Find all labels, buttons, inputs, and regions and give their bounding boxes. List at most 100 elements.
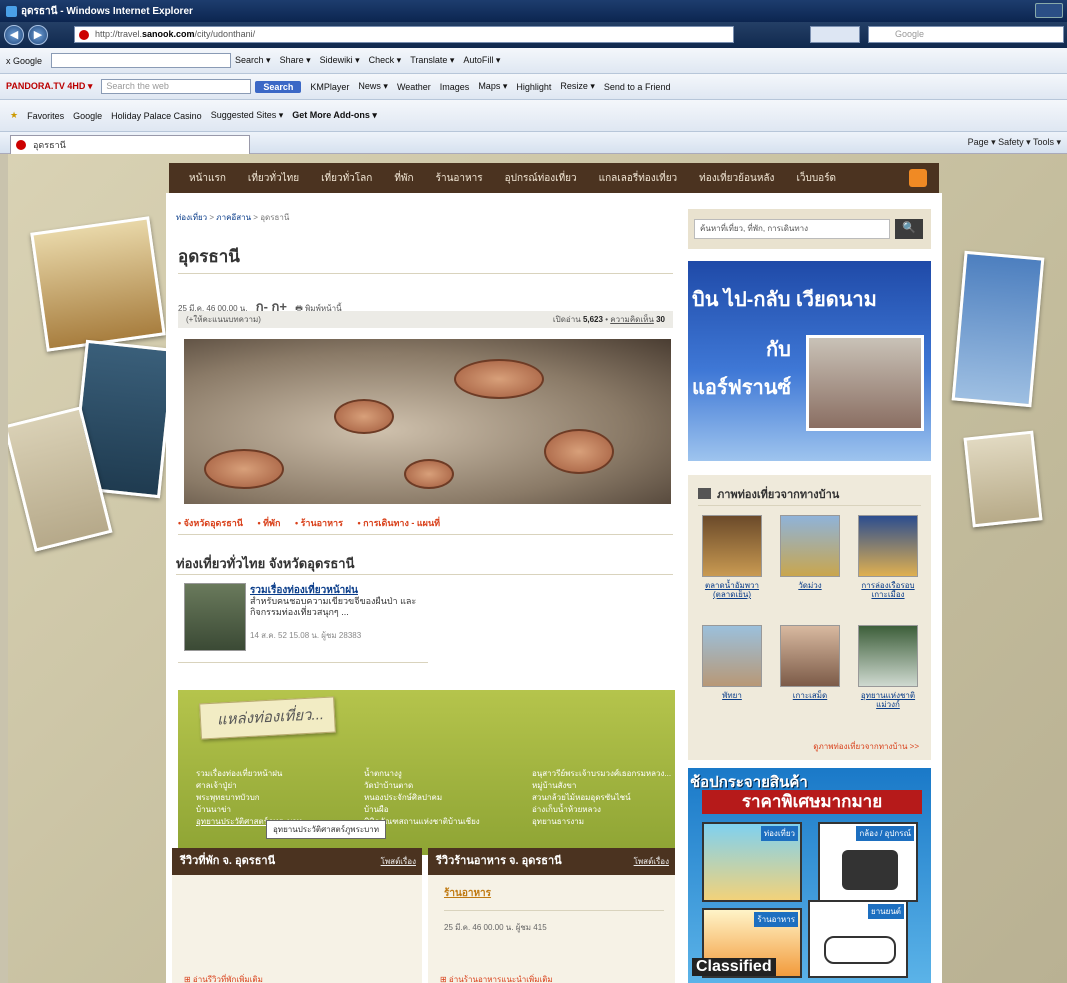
nav-home[interactable]: หน้าแรก: [189, 171, 226, 186]
attraction-link[interactable]: อนุสาวรีย์พระเจ้าบรมวงศ์เธอกรมหลวง...: [532, 768, 671, 780]
food-post-link[interactable]: โพสต์เรื่อง: [634, 848, 669, 875]
food-review-meta: 25 มี.ค. 46 00.00 น. ผู้ชม 415: [444, 923, 547, 932]
nav-restaurant[interactable]: ร้านอาหาร: [436, 171, 483, 186]
hotel-post-link[interactable]: โพสต์เรื่อง: [381, 848, 416, 875]
attraction-link[interactable]: บ้านนาข่า: [196, 804, 302, 816]
attraction-link[interactable]: บ้านผือ: [364, 804, 480, 816]
gallery-more-link[interactable]: ดูภาพท่องเที่ยวจากทางบ้าน >>: [813, 740, 919, 753]
sublink-transport[interactable]: • การเดินทาง - แผนที่: [357, 518, 440, 528]
attraction-link[interactable]: น้ำตกนางงู: [364, 768, 480, 780]
comments-link[interactable]: ความคิดเห็น: [610, 315, 654, 324]
star-icon[interactable]: ★: [10, 110, 18, 121]
gallery-thumb[interactable]: [858, 625, 918, 687]
weather-button[interactable]: Weather: [397, 82, 431, 92]
attraction-link[interactable]: พระพุทธบาทบัวบก: [196, 792, 302, 804]
fav-suggested-sites[interactable]: Suggested Sites ▾: [211, 110, 284, 121]
google-search-input[interactable]: [51, 53, 232, 68]
hotel-more-link[interactable]: ⊞ อ่านรีวิวที่พักเพิ่มเติม: [184, 973, 263, 983]
favorites-button[interactable]: Favorites: [27, 111, 64, 121]
browser-search-field[interactable]: Google: [868, 26, 1064, 43]
window-titlebar: อุดรธานี - Windows Internet Explorer: [0, 0, 1067, 22]
tab-udonthani[interactable]: อุดรธานี: [10, 135, 250, 154]
attraction-link[interactable]: หนองประจักษ์ศิลปาคม: [364, 792, 480, 804]
pandora-brand[interactable]: PANDORA.TV 4HD ▾: [6, 81, 92, 92]
fav-holiday-palace[interactable]: Holiday Palace Casino: [111, 111, 202, 121]
food-review-link[interactable]: ร้านอาหาร: [444, 886, 491, 901]
gallery-caption[interactable]: เกาะเสม็ด: [780, 691, 840, 700]
crumb-isan[interactable]: ภาคอีสาน: [216, 213, 251, 222]
resize-button[interactable]: Resize ▾: [560, 81, 595, 92]
gallery-caption[interactable]: วัดม่วง: [780, 581, 840, 590]
food-more-link[interactable]: ⊞ อ่านร้านอาหารแนะนำเพิ่มเติม: [440, 973, 553, 983]
sublink-hotel[interactable]: • ที่พัก: [257, 518, 280, 528]
gallery-thumb[interactable]: [702, 515, 762, 577]
nav-webboard[interactable]: เว็บบอร์ด: [796, 171, 836, 186]
attraction-link[interactable]: รวมเรื่องท่องเที่ยวหน้าฝน: [196, 768, 302, 780]
page-title: อุดรธานี: [178, 247, 240, 266]
gallery-divider: [698, 505, 921, 506]
sublink-province[interactable]: • จังหวัดอุดรธานี: [178, 518, 243, 528]
images-button[interactable]: Images: [440, 82, 470, 92]
kmplayer-button[interactable]: KMPlayer: [310, 82, 349, 92]
sublinks-divider: [178, 534, 673, 535]
window-controls[interactable]: [1035, 3, 1063, 18]
attractions-col-2: น้ำตกนางงู วัดป่าบ้านตาด หนองประจักษ์ศิล…: [364, 768, 480, 828]
web-search-input[interactable]: Search the web: [101, 79, 252, 94]
back-icon[interactable]: ◀: [4, 25, 24, 45]
gallery-thumb[interactable]: [780, 625, 840, 687]
hotel-review-box: [172, 875, 422, 983]
url-field[interactable]: http://travel.sanook.com/city/udonthani/: [74, 26, 734, 43]
google-search-button[interactable]: Search ▾: [235, 55, 271, 66]
gallery-item[interactable]: วัดม่วง: [780, 515, 840, 590]
share-button[interactable]: Share ▾: [280, 55, 311, 66]
rss-icon[interactable]: [909, 169, 927, 187]
attraction-link[interactable]: วัดป่าบ้านตาด: [364, 780, 480, 792]
attraction-link[interactable]: สวนกล้วยไม้หอมอุดรซันไชน์: [532, 792, 671, 804]
nav-gallery[interactable]: แกลเลอรี่ท่องเที่ยว: [599, 171, 678, 186]
story-thumbnail[interactable]: [184, 583, 246, 651]
nav-hotel[interactable]: ที่พัก: [394, 171, 413, 186]
gallery-item[interactable]: พัทยา: [702, 625, 762, 700]
attraction-link[interactable]: อุทยานธารงาม: [532, 816, 671, 828]
site-search-input[interactable]: ค้นหาที่เที่ยว, ที่พัก, การเดินทาง: [694, 219, 890, 239]
hotel-review-header: รีวิวที่พัก จ. อุดรธานี โพสต์เรื่อง: [172, 848, 422, 875]
maps-button[interactable]: Maps ▾: [478, 81, 507, 92]
translate-button[interactable]: Translate ▾: [410, 55, 454, 66]
sidewiki-button[interactable]: Sidewiki ▾: [320, 55, 360, 66]
search-icon[interactable]: 🔍: [895, 219, 923, 239]
attraction-link[interactable]: ศาลเจ้าปู่ย่า: [196, 780, 302, 792]
command-bar[interactable]: Page ▾ Safety ▾ Tools ▾: [968, 137, 1061, 148]
attraction-link[interactable]: หมู่บ้านสังขา: [532, 780, 671, 792]
nav-thailand[interactable]: เที่ยวทั่วไทย: [248, 171, 299, 186]
gallery-thumb[interactable]: [780, 515, 840, 577]
gallery-thumb[interactable]: [702, 625, 762, 687]
forward-icon[interactable]: ▶: [28, 25, 48, 45]
web-search-button[interactable]: Search: [255, 80, 302, 93]
gallery-caption[interactable]: การล่องเรือรอบเกาะเมือง: [858, 581, 918, 599]
sublink-restaurant[interactable]: • ร้านอาหาร: [295, 518, 343, 528]
refresh-stop-buttons[interactable]: [810, 26, 860, 43]
attraction-link[interactable]: อ่างเก็บน้ำห้วยหลวง: [532, 804, 671, 816]
nav-archive[interactable]: ท่องเที่ยวย้อนหลัง: [699, 171, 774, 186]
gallery-caption[interactable]: อุทยานแห่งชาติแม่วงก์: [858, 691, 918, 709]
fav-addons[interactable]: Get More Add-ons ▾: [292, 110, 377, 121]
airline-ad-banner[interactable]: บิน ไป-กลับ เวียดนาม กับ แอร์ฟรานซ์: [688, 261, 931, 461]
gallery-caption[interactable]: ตลาดน้ำอัมพวา (ตลาดเย็น): [702, 581, 762, 599]
gallery-caption[interactable]: พัทยา: [702, 691, 762, 700]
send-friend-button[interactable]: Send to a Friend: [604, 82, 671, 92]
gallery-item[interactable]: การล่องเรือรอบเกาะเมือง: [858, 515, 918, 599]
classified-ad-banner[interactable]: ช้อปกระจายสินค้า ราคาพิเศษมากมาย ท่องเที…: [688, 768, 931, 983]
nav-world[interactable]: เที่ยวทั่วโลก: [321, 171, 372, 186]
news-button[interactable]: News ▾: [358, 81, 388, 92]
rate-link[interactable]: (+ให้คะแนนบทความ): [186, 315, 261, 324]
check-button[interactable]: Check ▾: [369, 55, 402, 66]
autofill-button[interactable]: AutoFill ▾: [463, 55, 500, 66]
gallery-item[interactable]: เกาะเสม็ด: [780, 625, 840, 700]
nav-equipment[interactable]: อุปกรณ์ท่องเที่ยว: [505, 171, 577, 186]
highlight-button[interactable]: Highlight: [516, 82, 551, 92]
crumb-travel[interactable]: ท่องเที่ยว: [176, 213, 207, 222]
fav-google[interactable]: Google: [73, 111, 102, 121]
gallery-item[interactable]: อุทยานแห่งชาติแม่วงก์: [858, 625, 918, 709]
gallery-thumb[interactable]: [858, 515, 918, 577]
gallery-item[interactable]: ตลาดน้ำอัมพวา (ตลาดเย็น): [702, 515, 762, 599]
